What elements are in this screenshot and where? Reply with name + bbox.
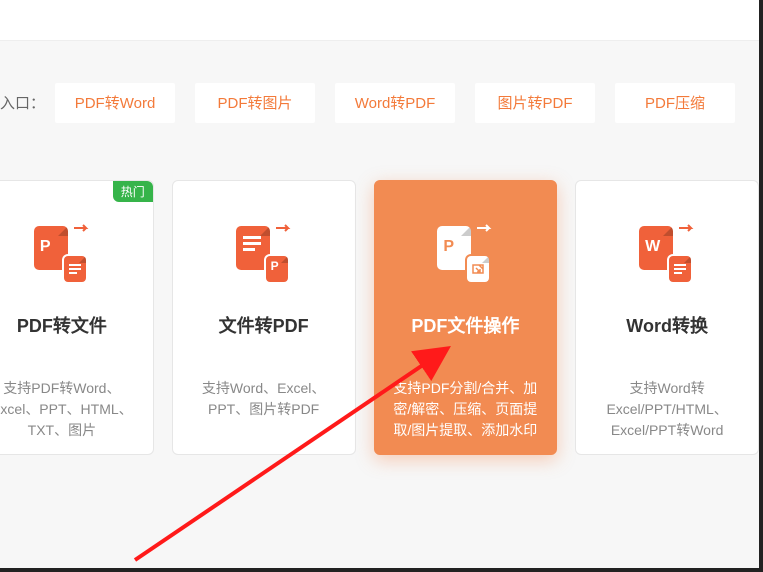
quick-btn-pdf-to-word[interactable]: PDF转Word: [55, 83, 175, 123]
quick-btn-word-to-pdf[interactable]: Word转PDF: [335, 83, 455, 123]
card-file-to-pdf[interactable]: P 文件转PDF 支持Word、Excel、PPT、图片转PDF: [172, 180, 356, 455]
file-to-pdf-icon: P: [236, 226, 292, 282]
quick-entry-row: 入口： PDF转Word PDF转图片 Word转PDF 图片转PDF PDF压…: [0, 80, 759, 125]
pdf-to-file-icon: P: [34, 226, 90, 282]
word-convert-icon: W: [639, 226, 695, 282]
card-desc: 支持Word转Excel/PPT/HTML、Excel/PPT转Word: [576, 378, 758, 441]
quick-entry-label: 入口：: [0, 92, 45, 113]
card-title: PDF转文件: [17, 312, 107, 338]
quick-btn-pdf-to-image[interactable]: PDF转图片: [195, 83, 315, 123]
card-desc: 支持Word、Excel、PPT、图片转PDF: [173, 378, 355, 420]
top-bar: [0, 0, 759, 41]
card-desc: 支持PDF转Word、Excel、PPT、HTML、TXT、图片: [0, 378, 153, 441]
card-word-convert[interactable]: W Word转换 支持Word转Excel/PPT/HTML、Excel/PPT…: [575, 180, 759, 455]
card-desc: 支持PDF分割/合并、加密/解密、压缩、页面提取/图片提取、添加水印: [375, 378, 557, 441]
card-title: Word转换: [626, 312, 708, 338]
badge-hot: 热门: [113, 181, 153, 202]
card-pdf-operations[interactable]: P PDF文件操作 支持PDF分割/合并、加密/解密、压缩、页面提取/图片提取、…: [374, 180, 558, 455]
quick-btn-pdf-compress[interactable]: PDF压缩: [615, 83, 735, 123]
card-pdf-to-file[interactable]: 热门 P PDF转文件 支持PDF转Word、Excel、PPT、HTML、TX…: [0, 180, 154, 455]
feature-cards: 热门 P PDF转文件 支持PDF转Word、Excel、PPT、HTML、TX…: [0, 180, 759, 460]
card-title: PDF文件操作: [411, 312, 519, 338]
pdf-operations-icon: P: [437, 226, 493, 282]
card-title: 文件转PDF: [219, 312, 309, 338]
quick-btn-image-to-pdf[interactable]: 图片转PDF: [475, 83, 595, 123]
